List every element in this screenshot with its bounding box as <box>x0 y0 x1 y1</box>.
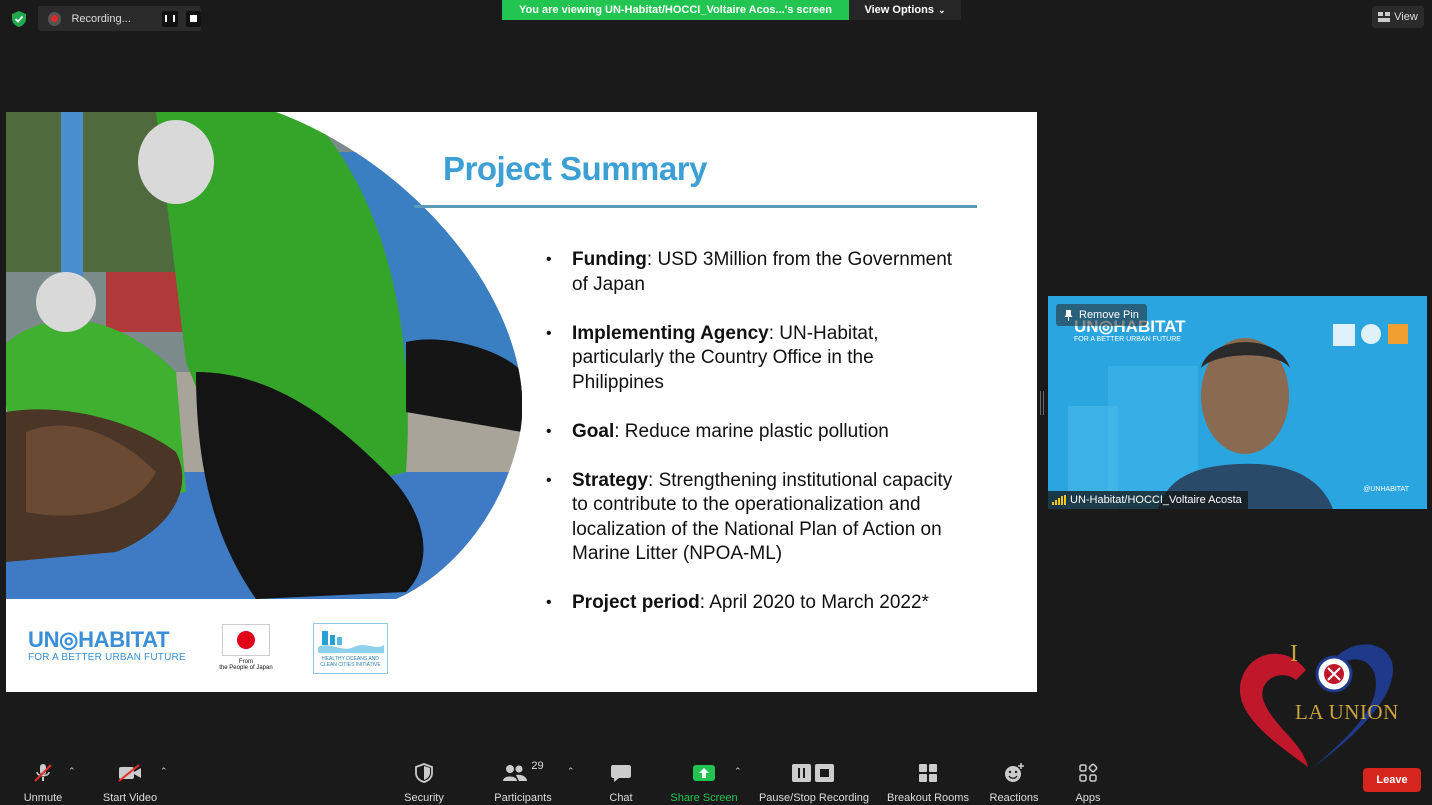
la-union-i-letter: I <box>1290 641 1298 667</box>
apps-button[interactable]: Apps <box>1071 760 1105 804</box>
security-shield-toolbar-icon <box>415 763 433 783</box>
chat-button[interactable]: Chat <box>604 760 638 804</box>
viewing-screen-banner: You are viewing UN-Habitat/HOCCI_Voltair… <box>502 0 849 20</box>
security-shield-icon[interactable] <box>10 10 28 28</box>
participants-count: 29 <box>531 760 544 772</box>
reactions-label: Reactions <box>989 792 1039 804</box>
view-button[interactable]: View <box>1372 6 1424 28</box>
participants-options-caret-icon[interactable]: ⌃ <box>567 766 575 777</box>
apps-label: Apps <box>1075 792 1101 804</box>
bullet-label: Project period <box>572 592 700 613</box>
zoom-meeting-window: { "top_bar": { "recording_label": "Recor… <box>0 0 1432 805</box>
grid-view-icon <box>1378 12 1391 22</box>
bullet-label: Funding <box>572 249 647 270</box>
bullet-project-period: Project period: April 2020 to March 2022… <box>546 591 966 616</box>
panel-resize-handle[interactable] <box>1040 391 1044 415</box>
tile-logo-tagline: FOR A BETTER URBAN FUTURE <box>1074 336 1181 343</box>
bullet-text: : Reduce marine plastic pollution <box>614 420 889 442</box>
view-options-label: View Options <box>864 4 934 16</box>
pin-icon <box>1064 309 1073 321</box>
apps-icon <box>1079 763 1098 782</box>
japan-logo: From the People of Japan <box>216 624 276 676</box>
view-options-button[interactable]: View Options ⌄ <box>849 0 961 20</box>
pause-stop-recording-label: Pause/Stop Recording <box>758 792 870 804</box>
pause-stop-recording-button[interactable]: Pause/Stop Recording <box>756 760 872 804</box>
slide-title: Project Summary <box>443 150 707 187</box>
microphone-muted-icon <box>34 764 52 782</box>
shared-screen-slide: Project Summary Funding: USD 3Million fr… <box>6 112 1037 692</box>
security-label: Security <box>404 792 444 804</box>
share-screen-button[interactable]: Share Screen <box>668 760 740 804</box>
la-union-logo: I LA UNION <box>1234 632 1414 772</box>
bullet-goal: Goal: Reduce marine plastic pollution <box>546 420 966 445</box>
un-habitat-tagline: FOR A BETTER URBAN FUTURE <box>28 652 186 663</box>
japan-flag-icon <box>222 624 270 656</box>
bullet-label: Implementing Agency <box>572 322 769 344</box>
hocci-caption: HEALTHY OCEANS AND CLEAN CITIES INITIATI… <box>320 656 381 668</box>
un-habitat-wordmark: UN◎HABITAT <box>28 627 170 652</box>
recording-dot-icon <box>48 11 62 26</box>
connection-signal-icon <box>1052 495 1066 505</box>
unmute-label: Unmute <box>23 792 63 804</box>
participants-button[interactable]: 29 Participants <box>491 760 555 804</box>
hocci-logo: HEALTHY OCEANS AND CLEAN CITIES INITIATI… <box>313 623 388 674</box>
title-underline <box>414 205 977 208</box>
share-screen-arrow-icon <box>693 765 715 781</box>
pause-stop-icon <box>792 764 834 782</box>
bullet-strategy: Strategy: Strengthening institutional ca… <box>546 469 966 567</box>
video-off-icon <box>118 764 141 782</box>
japan-caption-people: the People of Japan <box>219 665 273 671</box>
start-video-label: Start Video <box>102 792 158 804</box>
breakout-rooms-label: Breakout Rooms <box>887 792 969 804</box>
chat-bubble-icon <box>611 765 631 782</box>
remove-pin-label: Remove Pin <box>1079 309 1139 321</box>
breakout-rooms-button[interactable]: Breakout Rooms <box>884 760 972 804</box>
participant-name-tag: UN-Habitat/HOCCI_Voltaire Acosta <box>1048 491 1248 509</box>
bullet-label: Strategy <box>572 469 649 491</box>
audio-options-caret-icon[interactable]: ⌃ <box>68 766 76 777</box>
chat-label: Chat <box>609 792 633 804</box>
reactions-button[interactable]: Reactions <box>987 760 1041 804</box>
view-label: View <box>1394 11 1418 23</box>
bullet-text: : April 2020 to March 2022* <box>699 592 929 613</box>
project-summary-list: Funding: USD 3Million from the Governmen… <box>546 248 966 640</box>
start-video-button[interactable]: Start Video <box>99 760 161 804</box>
participant-name: UN-Habitat/HOCCI_Voltaire Acosta <box>1070 494 1242 506</box>
participants-icon <box>503 765 528 781</box>
breakout-rooms-icon <box>919 764 937 782</box>
recording-indicator: Recording... <box>38 6 201 31</box>
share-options-caret-icon[interactable]: ⌃ <box>734 766 742 777</box>
bullet-label: Goal <box>572 420 615 442</box>
tile-handle-text: @UNHABITAT <box>1363 486 1409 493</box>
recording-label: Recording... <box>71 12 131 25</box>
unmute-button[interactable]: Unmute <box>18 760 68 804</box>
city-waves-icon <box>318 631 384 653</box>
video-options-caret-icon[interactable]: ⌃ <box>160 766 168 777</box>
security-button[interactable]: Security <box>401 760 447 804</box>
share-screen-label: Share Screen <box>670 792 738 804</box>
chevron-down-icon: ⌄ <box>937 4 946 15</box>
pause-recording-icon[interactable] <box>162 10 178 27</box>
un-habitat-logo: UN◎HABITAT FOR A BETTER URBAN FUTURE <box>28 627 186 664</box>
stop-recording-icon[interactable] <box>185 10 201 27</box>
la-union-text: LA UNION <box>1295 700 1399 724</box>
bullet-implementing-agency: Implementing Agency: UN-Habitat, particu… <box>546 322 966 396</box>
bullet-funding: Funding: USD 3Million from the Governmen… <box>546 248 966 297</box>
remove-pin-button[interactable]: Remove Pin <box>1056 304 1147 326</box>
reactions-smiley-icon <box>1005 763 1024 782</box>
participants-label: Participants <box>494 792 552 804</box>
leave-button[interactable]: Leave <box>1363 768 1421 792</box>
participant-video-tile[interactable]: UN◎HABITAT FOR A BETTER URBAN FUTURE @UN… <box>1048 296 1427 509</box>
